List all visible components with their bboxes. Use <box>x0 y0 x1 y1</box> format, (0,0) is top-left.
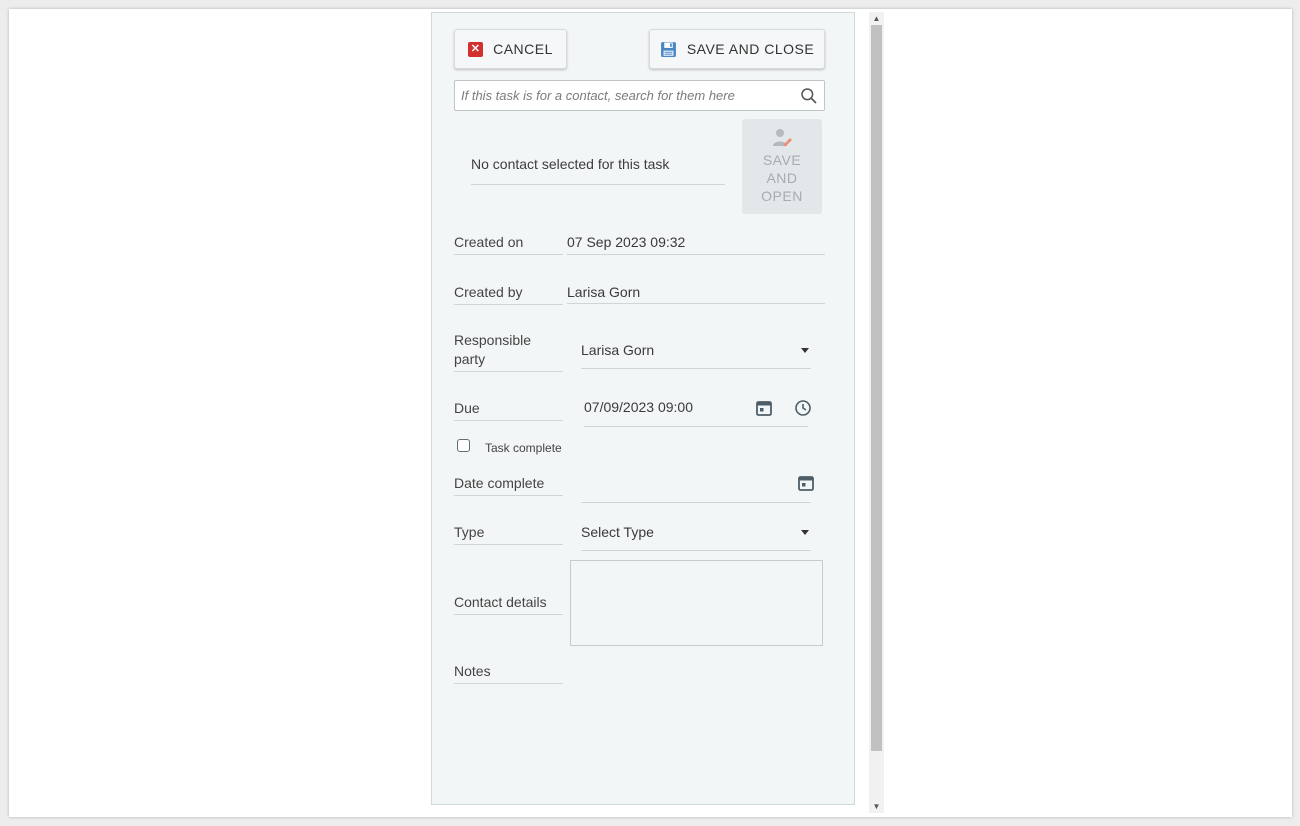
type-label: Type <box>454 523 563 545</box>
save-open-line1: SAVE <box>762 152 802 168</box>
scroll-down-arrow-icon[interactable]: ▼ <box>869 800 884 813</box>
save-and-close-label: SAVE AND CLOSE <box>686 41 815 57</box>
floppy-disk-icon <box>660 41 676 57</box>
save-and-open-button[interactable]: SAVE AND OPEN <box>742 119 822 214</box>
cancel-label: CANCEL <box>493 41 553 57</box>
notes-label: Notes <box>454 662 563 684</box>
clock-icon[interactable] <box>794 399 812 417</box>
type-value: Select Type <box>581 524 654 540</box>
person-edit-icon <box>773 129 792 147</box>
responsible-party-value: Larisa Gorn <box>581 342 655 358</box>
created-on-value: 07 Sep 2023 09:32 <box>567 233 825 255</box>
contact-search-box <box>454 80 825 111</box>
save-open-line3: OPEN <box>761 188 803 204</box>
save-open-line2: AND <box>766 170 798 186</box>
created-by-label: Created by <box>454 283 563 305</box>
caret-down-icon <box>801 348 809 353</box>
responsible-party-select[interactable]: Larisa Gorn <box>581 341 811 369</box>
due-datetime-input[interactable]: 07/09/2023 09:00 <box>584 398 808 427</box>
no-contact-text: No contact selected for this task <box>471 156 725 185</box>
close-square-icon: ✕ <box>468 41 484 57</box>
calendar-icon[interactable] <box>797 474 815 492</box>
created-by-value: Larisa Gorn <box>567 283 825 304</box>
save-and-close-button[interactable]: SAVE AND CLOSE <box>649 29 825 69</box>
created-on-label: Created on <box>454 233 563 255</box>
date-complete-input[interactable] <box>581 474 811 503</box>
cancel-button[interactable]: ✕ CANCEL <box>454 29 567 69</box>
scroll-thumb[interactable] <box>871 25 882 751</box>
contact-search-input[interactable] <box>455 81 790 110</box>
scroll-up-arrow-icon[interactable]: ▲ <box>869 12 884 25</box>
contact-details-textarea[interactable] <box>570 560 823 646</box>
date-complete-label: Date complete <box>454 474 563 496</box>
search-icon[interactable] <box>800 87 818 105</box>
type-select[interactable]: Select Type <box>581 523 811 551</box>
vertical-scrollbar[interactable]: ▲ ▼ <box>869 12 884 813</box>
due-label: Due <box>454 399 563 421</box>
contact-details-label: Contact details <box>454 593 563 615</box>
task-complete-checkbox[interactable] <box>457 439 470 452</box>
caret-down-icon <box>801 530 809 535</box>
task-complete-label: Task complete <box>485 441 562 455</box>
due-value: 07/09/2023 09:00 <box>584 399 693 415</box>
calendar-icon[interactable] <box>755 399 773 417</box>
responsible-party-label: Responsible party <box>454 331 563 372</box>
